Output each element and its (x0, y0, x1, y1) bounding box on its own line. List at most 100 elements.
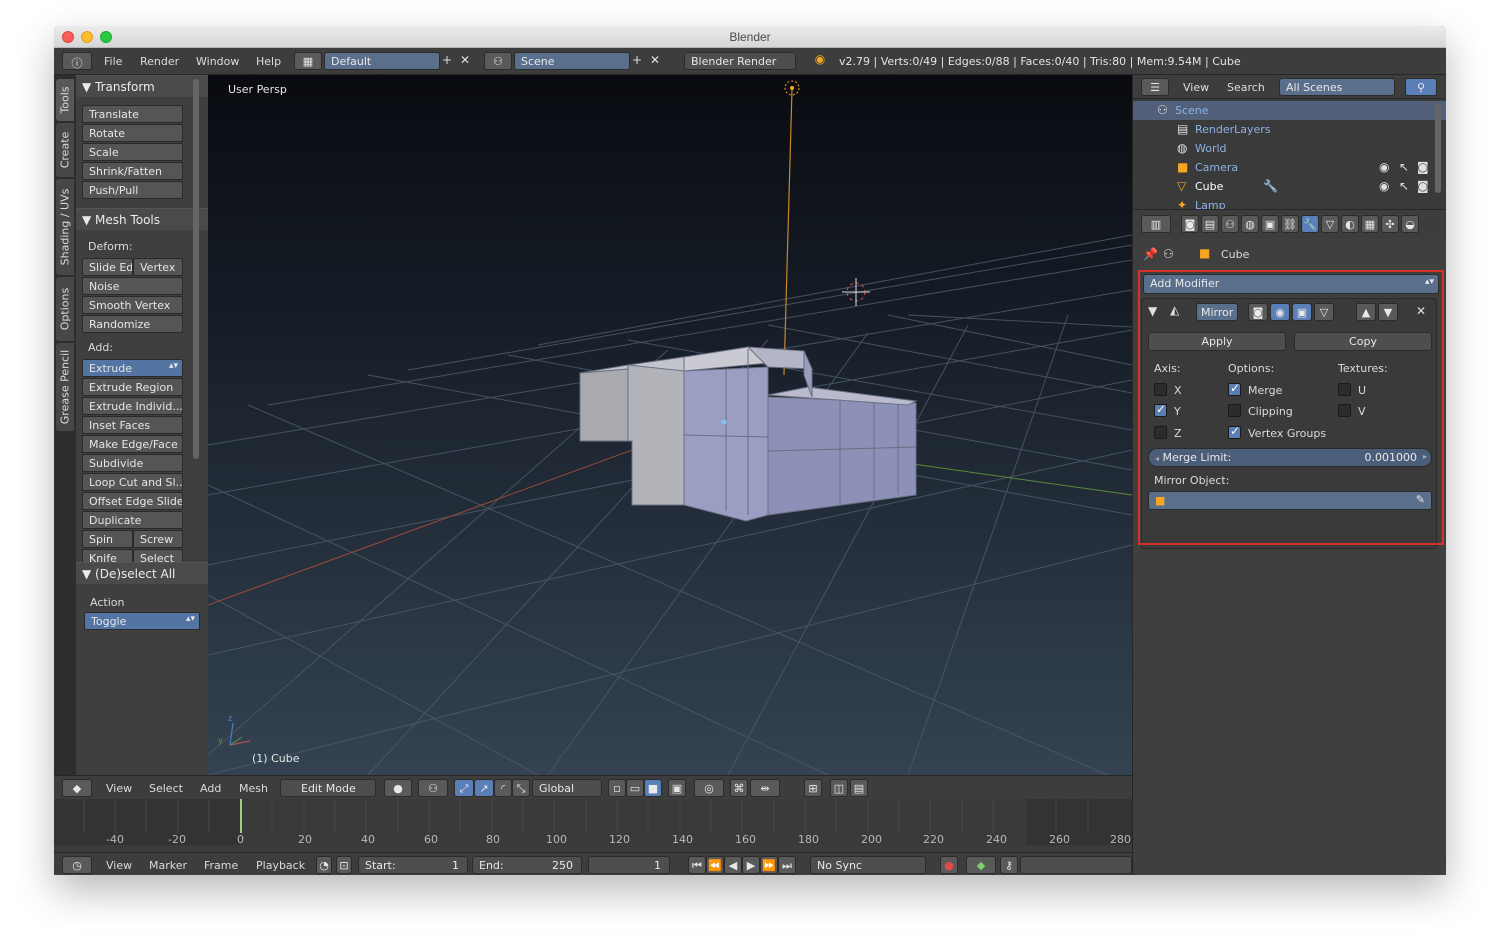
editor-type-outliner-button[interactable]: ☰ (1141, 78, 1169, 96)
tab-tools[interactable]: Tools (56, 79, 74, 121)
openGL-render-icon[interactable]: ▤ (850, 779, 868, 797)
editor-type-properties-button[interactable]: ▥ (1141, 215, 1171, 233)
loop-cut-button[interactable]: Loop Cut and Sl... (82, 473, 183, 491)
face-select-icon[interactable]: ■ (644, 779, 662, 797)
make-edge-face-button[interactable]: Make Edge/Face (82, 435, 183, 453)
render-camera-icon[interactable]: ◙ (1417, 179, 1429, 193)
jump-end-icon[interactable]: ⏭ (778, 856, 796, 874)
outliner-item-world[interactable]: ◍ World (1133, 139, 1446, 158)
modifiers-tab-icon[interactable]: 🔧 (1301, 215, 1319, 233)
outliner-item-scene[interactable]: ⚇ Scene (1133, 101, 1446, 120)
extrude-select[interactable]: Extrude ▴▾ (82, 359, 183, 377)
tab-options[interactable]: Options (56, 277, 74, 341)
shrink-fatten-button[interactable]: Shrink/Fatten (82, 162, 183, 180)
selectable-arrow-icon[interactable]: ↖ (1399, 160, 1409, 174)
constraints-tab-icon[interactable]: ⛓ (1281, 215, 1299, 233)
play-icon[interactable]: ▶ (742, 856, 760, 874)
object-tab-icon[interactable]: ▣ (1261, 215, 1279, 233)
menu-file[interactable]: File (104, 55, 122, 68)
add-layout-icon[interactable]: + (440, 53, 454, 67)
add-scene-icon[interactable]: + (630, 53, 644, 67)
screen-layout-field[interactable]: Default (324, 52, 440, 70)
offset-edge-slide-button[interactable]: Offset Edge Slide (82, 492, 183, 510)
menu-view[interactable]: View (106, 859, 132, 872)
cube-mesh[interactable] (579, 346, 918, 522)
render-tab-icon[interactable]: ◙ (1181, 215, 1199, 233)
slide-edge-button[interactable]: Slide Ed (82, 258, 133, 276)
menu-add[interactable]: Add (200, 782, 221, 795)
current-frame-field[interactable]: 1 (588, 856, 670, 874)
randomize-button[interactable]: Randomize (82, 315, 183, 333)
menu-mesh[interactable]: Mesh (239, 782, 268, 795)
menu-playback[interactable]: Playback (256, 859, 305, 872)
extrude-individual-button[interactable]: Extrude Individ... (82, 397, 183, 415)
menu-view[interactable]: View (106, 782, 132, 795)
scale-button[interactable]: Scale (82, 143, 183, 161)
visibility-eye-icon[interactable]: ◉ (1379, 160, 1389, 174)
selectable-arrow-icon[interactable]: ↖ (1399, 179, 1409, 193)
slide-vertex-button[interactable]: Vertex (133, 258, 183, 276)
spin-button[interactable]: Spin (82, 530, 133, 548)
tab-grease-pencil[interactable]: Grease Pencil (56, 343, 74, 431)
material-tab-icon[interactable]: ◐ (1341, 215, 1359, 233)
screw-button[interactable]: Screw (133, 530, 183, 548)
rotate-button[interactable]: Rotate (82, 124, 183, 142)
extrude-region-button[interactable]: Extrude Region (82, 378, 183, 396)
viewport-shading-icon[interactable]: ● (384, 779, 412, 797)
menu-help[interactable]: Help (256, 55, 281, 68)
pivot-point-icon[interactable]: ⚇ (418, 779, 448, 797)
start-frame-field[interactable]: Start: 1 (358, 856, 468, 874)
snap-element-icon[interactable]: ⇹ (750, 779, 780, 797)
inset-faces-button[interactable]: Inset Faces (82, 416, 183, 434)
snap-toggle-icon[interactable]: ⌘ (730, 779, 748, 797)
keying-set-icon[interactable]: ◆ (966, 856, 996, 874)
remove-scene-icon[interactable]: ✕ (648, 53, 662, 67)
menu-view[interactable]: View (1183, 81, 1209, 94)
search-icon[interactable]: ⚲ (1405, 78, 1437, 96)
smooth-vertex-button[interactable]: Smooth Vertex (82, 296, 183, 314)
render-camera-icon[interactable]: ◙ (1417, 160, 1429, 174)
outliner-scrollbar[interactable] (1435, 103, 1441, 193)
insert-keyframe-icon[interactable]: ⚷ (1000, 856, 1018, 874)
remove-layout-icon[interactable]: ✕ (458, 53, 472, 67)
duplicate-button[interactable]: Duplicate (82, 511, 183, 529)
physics-tab-icon[interactable]: ◒ (1401, 215, 1419, 233)
menu-render[interactable]: Render (140, 55, 179, 68)
menu-frame[interactable]: Frame (204, 859, 238, 872)
editor-type-info-button[interactable]: ⓘ (62, 52, 92, 70)
jump-start-icon[interactable]: ⏮ (688, 856, 706, 874)
push-pull-button[interactable]: Push/Pull (82, 181, 183, 199)
tab-shading-uvs[interactable]: Shading / UVs (56, 179, 74, 275)
scene-icon[interactable]: ⚇ (484, 52, 512, 70)
active-keying-set-field[interactable] (1020, 856, 1132, 874)
3d-viewport[interactable]: z y User Persp (1) Cube (208, 75, 1132, 775)
render-layers-tab-icon[interactable]: ▤ (1201, 215, 1219, 233)
scene-field[interactable]: Scene (514, 52, 630, 70)
translate-button[interactable]: Translate (82, 105, 183, 123)
scene-tab-icon[interactable]: ⚇ (1221, 215, 1239, 233)
prev-keyframe-icon[interactable]: ⏪ (706, 856, 724, 874)
visibility-eye-icon[interactable]: ◉ (1379, 179, 1389, 193)
end-frame-field[interactable]: End: 250 (472, 856, 582, 874)
layers-icon[interactable]: ⊞ (804, 779, 822, 797)
outliner-item-renderlayers[interactable]: ▤ RenderLayers (1133, 120, 1446, 139)
editor-type-3d-button[interactable]: ◆ (62, 779, 92, 797)
menu-select[interactable]: Select (149, 782, 183, 795)
menu-marker[interactable]: Marker (149, 859, 187, 872)
render-preview-icon[interactable]: ◫ (830, 779, 848, 797)
editor-type-timeline-button[interactable]: ◷ (62, 856, 92, 874)
timeline[interactable]: -40 -20 0 20 40 60 80 100 120 140 160 18… (54, 799, 1132, 846)
mesh-tools-panel-header[interactable]: ▼ Mesh Tools (76, 208, 208, 230)
translate-manipulator-icon[interactable]: ↗ (474, 779, 494, 797)
edge-select-icon[interactable]: ▭ (626, 779, 644, 797)
sync-select[interactable]: No Sync (810, 856, 926, 874)
outliner-item-cube[interactable]: ▽ Cube 🔧 ◉ ↖ ◙ (1133, 177, 1446, 196)
tool-shelf-scrollbar[interactable] (193, 79, 199, 459)
data-tab-icon[interactable]: ▽ (1321, 215, 1339, 233)
action-select[interactable]: Toggle ▴▾ (84, 612, 200, 630)
rotate-manipulator-icon[interactable]: ◜ (494, 779, 512, 797)
outliner-item-camera[interactable]: ■ Camera ◉ ↖ ◙ (1133, 158, 1446, 177)
mode-select[interactable]: Edit Mode (280, 779, 376, 797)
subdivide-button[interactable]: Subdivide (82, 454, 183, 472)
particles-tab-icon[interactable]: ✣ (1381, 215, 1399, 233)
